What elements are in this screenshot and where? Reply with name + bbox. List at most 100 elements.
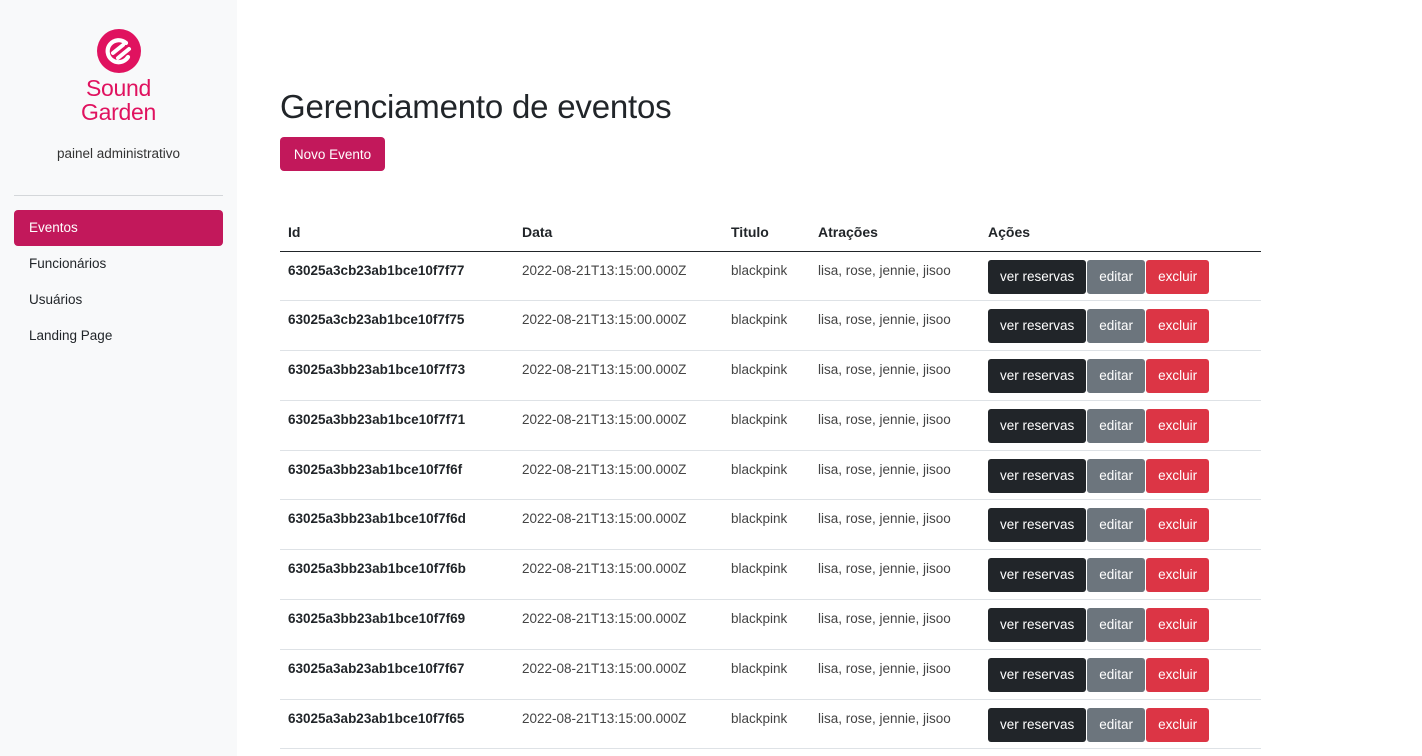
sidebar-item-usuarios[interactable]: Usuários — [14, 282, 223, 318]
table-row: 63025a3bb23ab1bce10f7f71 2022-08-21T13:15… — [280, 400, 1261, 451]
delete-button[interactable]: excluir — [1146, 657, 1210, 692]
table-body: 63025a3cb23ab1bce10f7f77 2022-08-21T13:15… — [280, 251, 1261, 750]
table-row: 63025a3ab23ab1bce10f7f65 2022-08-21T13:15… — [280, 699, 1261, 750]
events-table: Id Data Titulo Atrações Ações 63025a3cb2… — [280, 214, 1261, 750]
event-id: 63025a3bb23ab1bce10f7f73 — [280, 350, 514, 401]
delete-button[interactable]: excluir — [1146, 259, 1210, 294]
event-date: 2022-08-21T13:15:00.000Z — [514, 300, 723, 352]
event-actions: ver reservas editar excluir — [980, 649, 1261, 700]
sound-garden-logo-icon — [96, 29, 141, 73]
edit-button[interactable]: editar — [1087, 558, 1146, 593]
event-date: 2022-08-21T13:15:00.000Z — [514, 350, 723, 401]
event-id: 63025a3ab23ab1bce10f7f65 — [280, 699, 514, 750]
event-attractions: lisa, rose, jennie, jisoo — [810, 499, 980, 551]
event-attractions: lisa, rose, jennie, jisoo — [810, 649, 980, 700]
event-attractions: lisa, rose, jennie, jisoo — [810, 699, 980, 750]
delete-button[interactable]: excluir — [1146, 458, 1210, 493]
event-attractions: lisa, rose, jennie, jisoo — [810, 350, 980, 401]
table-row: 63025a3bb23ab1bce10f7f6b 2022-08-21T13:15… — [280, 549, 1261, 601]
event-id: 63025a3bb23ab1bce10f7f6b — [280, 549, 514, 601]
brand-logo[interactable]: Sound Garden — [0, 28, 237, 124]
panel-subtitle: painel administrativo — [56, 146, 181, 161]
column-header-id: Id — [280, 214, 514, 252]
delete-button[interactable]: excluir — [1146, 508, 1210, 543]
view-reservations-button[interactable]: ver reservas — [988, 508, 1087, 543]
sidebar-item-landing-page[interactable]: Landing Page — [14, 318, 223, 354]
view-reservations-button[interactable]: ver reservas — [988, 458, 1087, 493]
event-id: 63025a3bb23ab1bce10f7f6d — [280, 499, 514, 551]
event-title: blackpink — [723, 300, 810, 352]
event-title: blackpink — [723, 499, 810, 551]
table-row: 63025a3bb23ab1bce10f7f6f 2022-08-21T13:15… — [280, 450, 1261, 501]
sidebar-item-funcionarios[interactable]: Funcionários — [14, 246, 223, 282]
event-id: 63025a3bb23ab1bce10f7f69 — [280, 599, 514, 650]
page-title: Gerenciamento de eventos — [280, 88, 672, 125]
event-actions: ver reservas editar excluir — [980, 400, 1261, 451]
view-reservations-button[interactable]: ver reservas — [988, 408, 1087, 443]
edit-button[interactable]: editar — [1087, 309, 1146, 344]
event-id: 63025a3bb23ab1bce10f7f6f — [280, 450, 514, 501]
brand-name: Sound Garden — [0, 76, 237, 124]
event-date: 2022-08-21T13:15:00.000Z — [514, 649, 723, 700]
event-title: blackpink — [723, 450, 810, 501]
view-reservations-button[interactable]: ver reservas — [988, 359, 1087, 394]
edit-button[interactable]: editar — [1087, 608, 1146, 643]
event-id: 63025a3bb23ab1bce10f7f71 — [280, 400, 514, 451]
brand-name-line2: Garden — [81, 99, 156, 125]
event-date: 2022-08-21T13:15:00.000Z — [514, 251, 723, 302]
delete-button[interactable]: excluir — [1146, 359, 1210, 394]
event-actions: ver reservas editar excluir — [980, 251, 1261, 302]
event-date: 2022-08-21T13:15:00.000Z — [514, 599, 723, 650]
event-attractions: lisa, rose, jennie, jisoo — [810, 599, 980, 650]
edit-button[interactable]: editar — [1087, 259, 1146, 294]
sidebar-divider — [14, 195, 223, 196]
event-date: 2022-08-21T13:15:00.000Z — [514, 499, 723, 551]
edit-button[interactable]: editar — [1087, 657, 1146, 692]
event-title: blackpink — [723, 251, 810, 302]
event-attractions: lisa, rose, jennie, jisoo — [810, 450, 980, 501]
event-id: 63025a3cb23ab1bce10f7f75 — [280, 300, 514, 352]
event-actions: ver reservas editar excluir — [980, 450, 1261, 501]
view-reservations-button[interactable]: ver reservas — [988, 259, 1087, 294]
edit-button[interactable]: editar — [1087, 359, 1146, 394]
table-row: 63025a3cb23ab1bce10f7f77 2022-08-21T13:15… — [280, 251, 1261, 302]
view-reservations-button[interactable]: ver reservas — [988, 558, 1087, 593]
column-header-acoes: Ações — [980, 214, 1261, 252]
delete-button[interactable]: excluir — [1146, 558, 1210, 593]
event-actions: ver reservas editar excluir — [980, 699, 1261, 750]
event-actions: ver reservas editar excluir — [980, 300, 1261, 352]
event-attractions: lisa, rose, jennie, jisoo — [810, 549, 980, 601]
edit-button[interactable]: editar — [1087, 458, 1146, 493]
event-date: 2022-08-21T13:15:00.000Z — [514, 450, 723, 501]
event-title: blackpink — [723, 599, 810, 650]
delete-button[interactable]: excluir — [1146, 309, 1210, 344]
event-title: blackpink — [723, 699, 810, 750]
sidebar-item-eventos[interactable]: Eventos — [14, 210, 223, 246]
view-reservations-button[interactable]: ver reservas — [988, 309, 1087, 344]
column-header-data: Data — [514, 214, 723, 252]
column-header-titulo: Titulo — [723, 214, 810, 252]
event-title: blackpink — [723, 549, 810, 601]
event-id: 63025a3cb23ab1bce10f7f77 — [280, 251, 514, 302]
sidebar-nav: Eventos Funcionários Usuários Landing Pa… — [14, 210, 223, 354]
table-header-row: Id Data Titulo Atrações Ações — [280, 214, 1261, 252]
edit-button[interactable]: editar — [1087, 508, 1146, 543]
delete-button[interactable]: excluir — [1146, 408, 1210, 443]
new-event-button[interactable]: Novo Evento — [280, 137, 385, 171]
edit-button[interactable]: editar — [1087, 707, 1146, 742]
event-id: 63025a3ab23ab1bce10f7f67 — [280, 649, 514, 700]
delete-button[interactable]: excluir — [1146, 608, 1210, 643]
event-title: blackpink — [723, 350, 810, 401]
view-reservations-button[interactable]: ver reservas — [988, 608, 1087, 643]
table-row: 63025a3bb23ab1bce10f7f6d 2022-08-21T13:15… — [280, 499, 1261, 551]
table-row: 63025a3bb23ab1bce10f7f73 2022-08-21T13:15… — [280, 350, 1261, 401]
event-attractions: lisa, rose, jennie, jisoo — [810, 400, 980, 451]
delete-button[interactable]: excluir — [1146, 707, 1210, 742]
sidebar: Sound Garden painel administrativo Event… — [0, 0, 237, 756]
edit-button[interactable]: editar — [1087, 408, 1146, 443]
table-row: 63025a3ab23ab1bce10f7f67 2022-08-21T13:15… — [280, 649, 1261, 700]
view-reservations-button[interactable]: ver reservas — [988, 657, 1087, 692]
event-date: 2022-08-21T13:15:00.000Z — [514, 549, 723, 601]
event-title: blackpink — [723, 400, 810, 451]
view-reservations-button[interactable]: ver reservas — [988, 707, 1087, 742]
